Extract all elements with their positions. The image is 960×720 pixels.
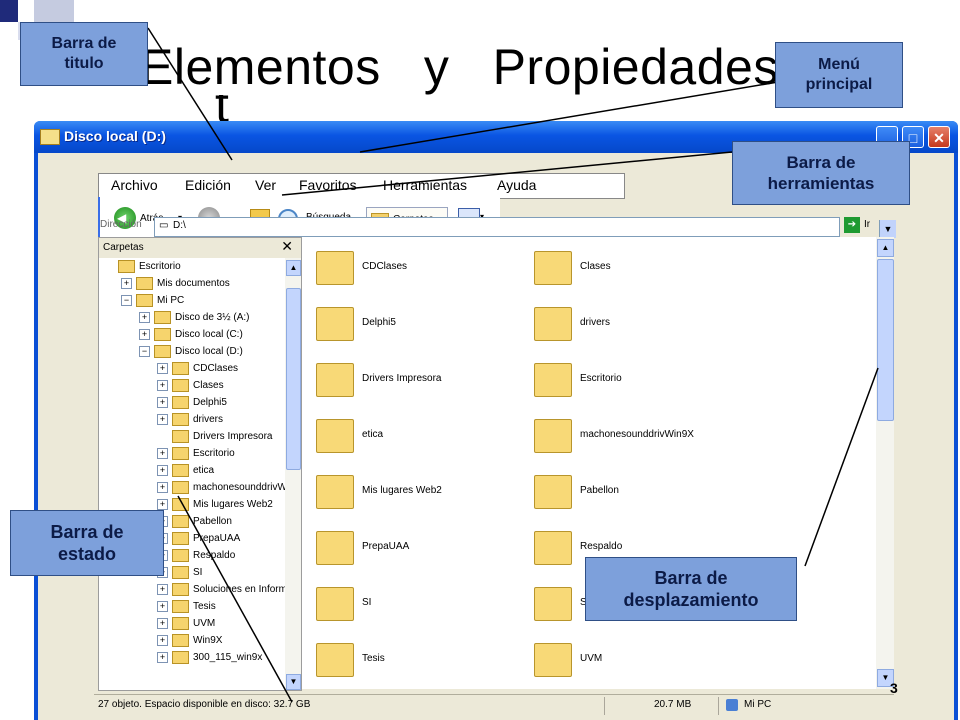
callout-barra-desplazamiento: Barra de desplazamiento [585, 557, 797, 621]
callout-line-desplazamiento [804, 367, 879, 567]
slide-number: 3 [890, 680, 898, 696]
callout-barra-estado: Barra de estado [10, 510, 164, 576]
callout-menu-principal: Menú principal [775, 42, 903, 108]
callout-barra-titulo: Barra de titulo [20, 22, 148, 86]
callout-barra-herramientas: Barra de herramientas [732, 141, 910, 205]
callout-line-menu [359, 79, 791, 153]
callout-lines [147, 27, 879, 703]
callout-line-estado [177, 495, 293, 703]
callout-line-titulo [147, 27, 233, 161]
callout-line-herramientas [281, 151, 733, 196]
